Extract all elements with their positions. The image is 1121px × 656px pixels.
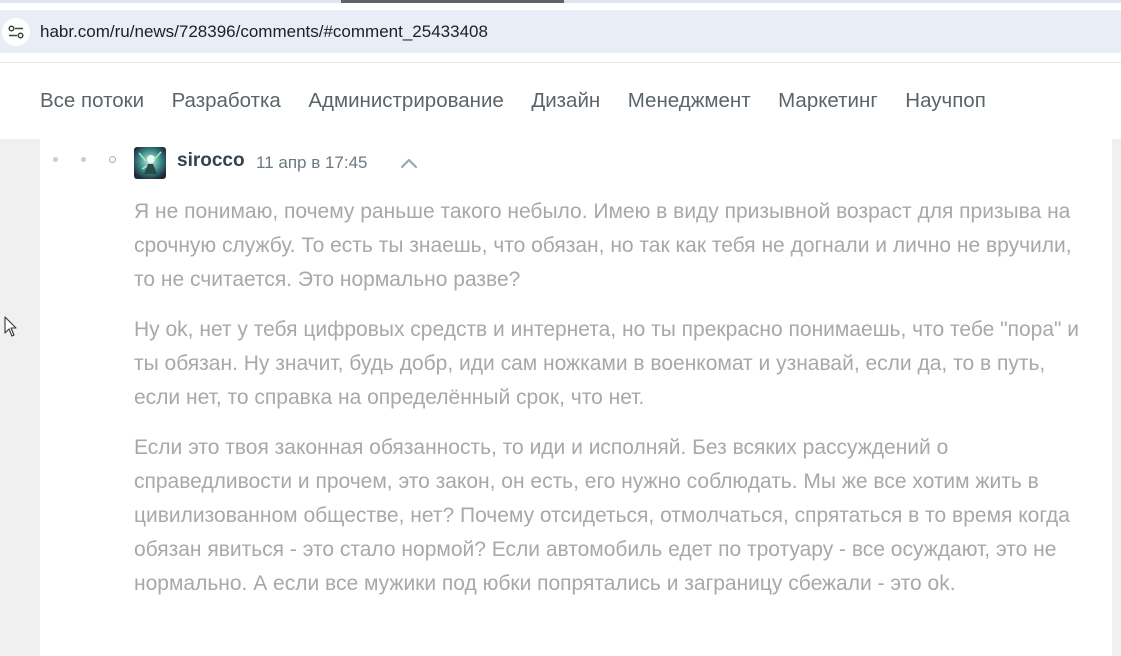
tune-icon[interactable]	[2, 17, 30, 46]
comment-paragraph: Ну ok, нет у тебя цифровых средств и инт…	[134, 318, 1080, 409]
nav-item-management[interactable]: Менеджмент	[628, 89, 751, 113]
nav-item-all-flows[interactable]: Все потоки	[40, 89, 144, 113]
nav-item-marketing[interactable]: Маркетинг	[778, 89, 878, 113]
flows-nav: Все потоки Разработка Администрирование …	[0, 62, 1121, 140]
comment-paragraph: Если это твоя законная обязанность, то и…	[134, 436, 1070, 595]
nav-item-development[interactable]: Разработка	[172, 89, 281, 113]
browser-chrome: habr.com/ru/news/728396/comments/#commen…	[0, 0, 1121, 62]
thread-dot	[81, 157, 86, 162]
nav-item-design[interactable]: Дизайн	[531, 89, 600, 113]
comment-paragraph: Я не понимаю, почему раньше такого небыл…	[134, 200, 1072, 291]
comment-author[interactable]: sirocco	[177, 150, 245, 172]
thread-level-indicator	[53, 156, 116, 163]
mouse-cursor-icon	[4, 316, 18, 338]
comment-body: Я не понимаю, почему раньше такого небыл…	[134, 195, 1094, 617]
url-text[interactable]: habr.com/ru/news/728396/comments/#commen…	[40, 22, 488, 42]
comment-card: sirocco 11 апр в 17:45 Я не понимаю, поч…	[40, 139, 1112, 656]
nav-item-administration[interactable]: Администрирование	[308, 89, 503, 113]
active-tab-indicator[interactable]	[341, 0, 564, 3]
thread-dot-current	[109, 156, 116, 163]
avatar[interactable]	[134, 147, 166, 179]
nav-item-popsci[interactable]: Научпоп	[905, 89, 986, 113]
address-bar[interactable]: habr.com/ru/news/728396/comments/#commen…	[0, 10, 1121, 53]
chevron-up-icon[interactable]	[400, 156, 418, 170]
thread-dot	[53, 157, 58, 162]
comment-time[interactable]: 11 апр в 17:45	[256, 153, 368, 173]
comments-area: sirocco 11 апр в 17:45 Я не понимаю, поч…	[0, 139, 1121, 656]
